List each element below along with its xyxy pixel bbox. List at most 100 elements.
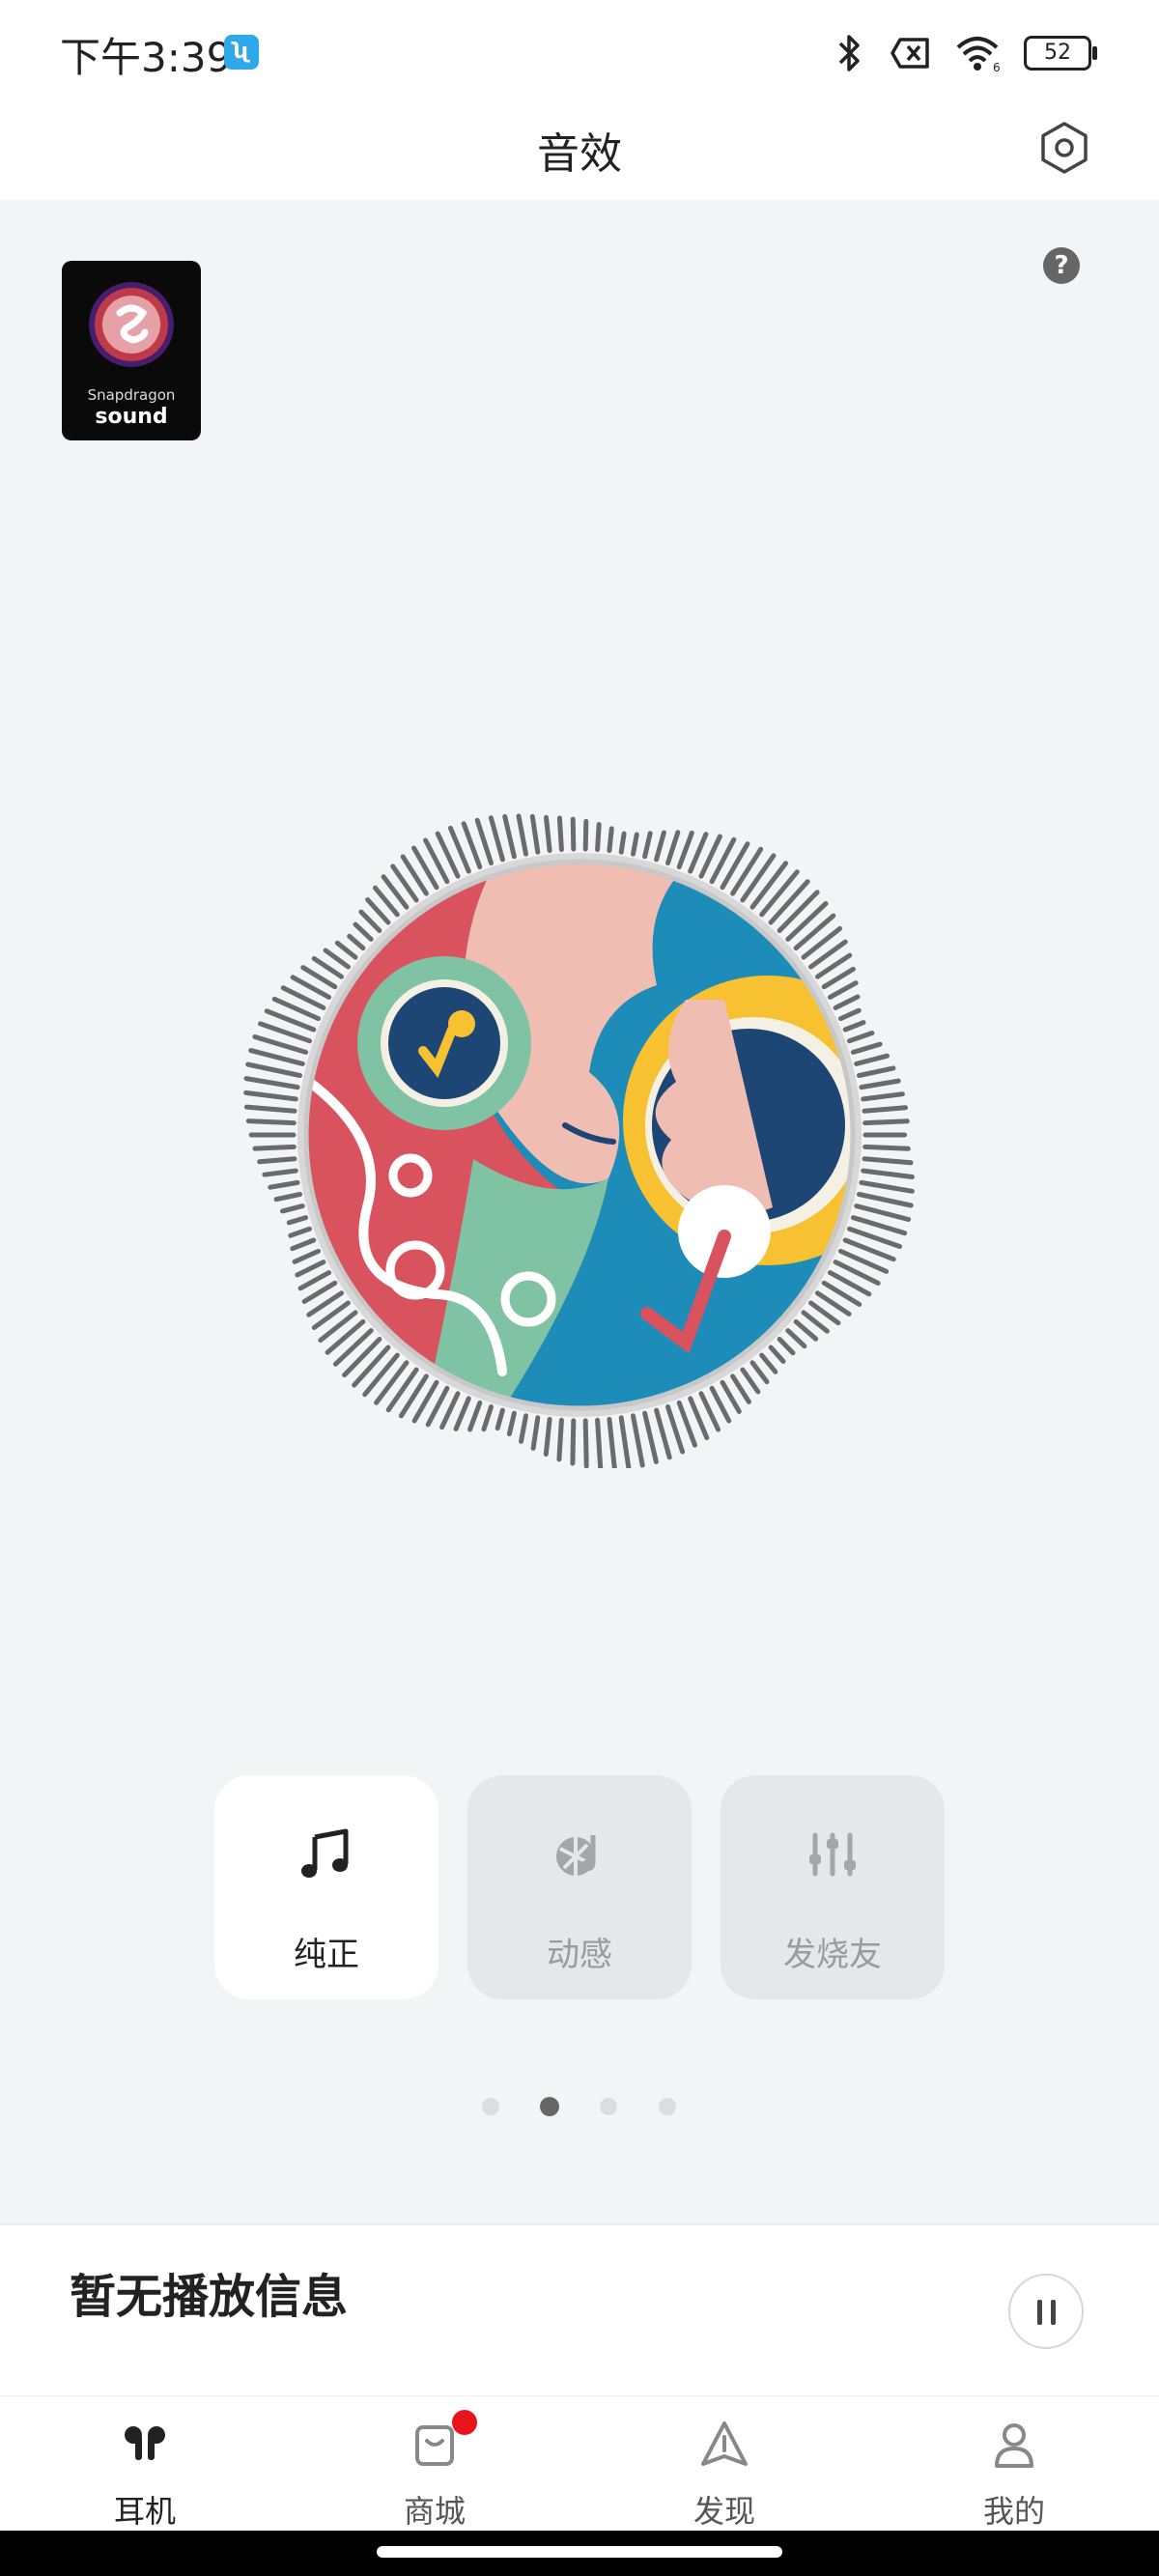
wave-ray <box>785 1328 807 1349</box>
equalizer-icon <box>809 1832 856 1877</box>
settings-hexagon-icon <box>1041 122 1088 174</box>
pager-dot[interactable] <box>659 2098 676 2115</box>
wave-ray <box>785 901 829 942</box>
wave-ray <box>618 831 627 855</box>
wave-ray <box>385 1367 419 1413</box>
wave-ray <box>842 1020 866 1033</box>
tab-earphones[interactable]: 耳机 <box>0 2396 290 2532</box>
wave-ray <box>262 1168 298 1177</box>
wave-ray <box>519 1413 528 1444</box>
wave-ray <box>347 933 366 951</box>
tab-label: 发现 <box>693 2493 755 2530</box>
wave-ray <box>631 832 639 857</box>
settings-button[interactable] <box>1035 119 1093 177</box>
wave-ray <box>730 846 764 896</box>
tab-mall[interactable]: 商城 <box>290 2396 580 2532</box>
wave-ray <box>749 1360 770 1385</box>
wave-ray <box>862 1118 910 1126</box>
wave-ray <box>642 831 653 860</box>
bluetooth-icon <box>838 35 860 71</box>
wave-ray <box>768 1345 786 1364</box>
wave-ray <box>837 1007 862 1022</box>
wave-ray <box>352 1345 391 1388</box>
wave-ray <box>665 830 681 865</box>
pause-button[interactable] <box>1008 2274 1084 2349</box>
wave-ray <box>506 1410 517 1437</box>
battery-indicator: 52 <box>1024 36 1097 71</box>
sound-effect-artwork <box>243 813 915 1468</box>
pager-dot[interactable] <box>600 2098 617 2115</box>
wave-ray <box>777 1337 796 1356</box>
wave-ray <box>861 1168 915 1179</box>
wave-ray <box>273 1192 302 1203</box>
wave-ray <box>854 1053 890 1066</box>
wave-ray <box>325 1318 366 1355</box>
wave-ray <box>793 1318 819 1342</box>
wave-ray <box>859 1078 901 1090</box>
tab-profile[interactable]: 我的 <box>869 2396 1159 2532</box>
wave-ray <box>607 1416 617 1468</box>
mode-card-audiophile[interactable]: 发烧友 <box>721 1775 945 1999</box>
wave-ray <box>257 1156 297 1165</box>
help-icon[interactable]: ? <box>1043 247 1080 284</box>
wave-ray <box>570 816 577 852</box>
mode-card-dynamic[interactable]: 动感 <box>467 1775 692 1999</box>
wave-ray <box>857 1065 896 1078</box>
wave-ray <box>759 869 800 918</box>
wave-ray <box>777 890 820 933</box>
wave-ray <box>570 1418 577 1466</box>
wave-ray <box>453 1396 471 1431</box>
snapdragon-emblem <box>89 282 174 367</box>
wave-ray <box>862 1156 914 1166</box>
wave-ray <box>827 980 859 1000</box>
tab-discover[interactable]: 发现 <box>580 2396 869 2532</box>
mall-notification-badge <box>452 2410 477 2435</box>
wave-ray <box>516 813 528 857</box>
wave-ray <box>582 818 589 852</box>
wave-ray <box>642 1410 659 1464</box>
discover-icon <box>701 2421 748 2466</box>
wave-ray <box>334 940 358 960</box>
wave-ray <box>252 1144 297 1151</box>
wave-ray <box>759 1352 778 1374</box>
wave-ray <box>245 1118 297 1126</box>
wave-ray <box>595 822 602 853</box>
wave-ray <box>582 1418 589 1468</box>
wave-ray <box>862 1144 911 1151</box>
wave-ray <box>243 1090 298 1102</box>
wave-ray <box>353 921 374 942</box>
wave-ray <box>740 1367 761 1395</box>
wave-ray <box>833 994 861 1010</box>
no-sim-icon <box>890 38 929 69</box>
pager-dot[interactable] <box>482 2098 499 2115</box>
wave-ray <box>248 1048 305 1066</box>
wave-ray <box>495 1407 505 1431</box>
wave-ray <box>740 853 777 903</box>
status-time: 下午3:39 <box>60 34 233 81</box>
wave-ray <box>857 1192 914 1208</box>
wave-ray <box>654 1407 672 1460</box>
mode-card-pure[interactable]: 纯正 <box>214 1775 438 1999</box>
wave-ray <box>801 925 842 960</box>
tab-label: 商城 <box>403 2493 466 2530</box>
wave-ray <box>342 1337 382 1378</box>
wave-ray <box>749 861 788 910</box>
pager-dot-active[interactable] <box>540 2097 559 2116</box>
profile-icon <box>995 2423 1033 2468</box>
wave-ray <box>556 815 564 853</box>
wave-ray <box>862 1105 908 1114</box>
now-playing-bar[interactable]: 暂无播放信息 <box>0 2223 1159 2397</box>
wave-ray <box>297 1270 332 1291</box>
wave-ray <box>358 909 382 933</box>
status-bar: 下午3:39 ʯ 6 52 <box>0 0 1159 101</box>
wave-ray <box>292 1248 322 1264</box>
wave-ray <box>530 1415 541 1451</box>
wave-ray <box>295 1260 326 1278</box>
tab-label: 耳机 <box>113 2493 176 2530</box>
wave-ray <box>245 1062 302 1078</box>
wave-ray <box>290 1237 317 1252</box>
home-gesture-bar[interactable] <box>377 2546 782 2558</box>
wave-ray <box>861 1091 905 1102</box>
wave-ray <box>631 1413 645 1468</box>
dynamic-icon <box>556 1835 596 1876</box>
